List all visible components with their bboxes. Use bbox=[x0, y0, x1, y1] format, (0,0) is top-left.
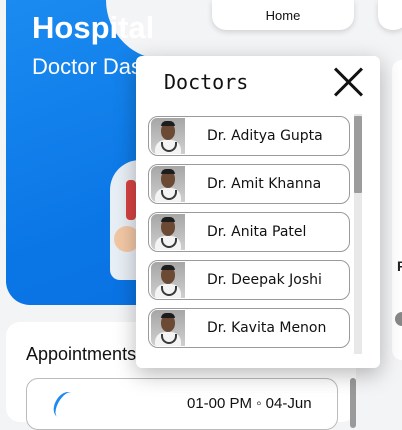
doctor-avatar bbox=[151, 310, 185, 346]
doctor-name: Dr. Aditya Gupta bbox=[207, 128, 323, 144]
appointment-item[interactable]: 01-00 PM ◦ 04-Jun bbox=[26, 378, 338, 430]
hero-title: Hospital bbox=[32, 10, 155, 45]
appointments-scrollbar[interactable] bbox=[350, 378, 356, 428]
doctor-item[interactable]: Dr. Amit Khanna bbox=[148, 164, 350, 204]
doctor-avatar bbox=[151, 118, 185, 154]
tie-shape bbox=[126, 180, 136, 220]
doctor-avatar bbox=[151, 166, 185, 202]
appointment-time: 01-00 PM ◦ 04-Jun bbox=[187, 395, 312, 412]
doctor-item[interactable]: Dr. Kavita Menon bbox=[148, 308, 350, 348]
scrollbar-thumb[interactable] bbox=[354, 116, 362, 193]
doctor-item[interactable]: Dr. Anita Patel bbox=[148, 212, 350, 252]
doctor-name: Dr. Deepak Joshi bbox=[207, 272, 322, 288]
dialog-title: Doctors bbox=[164, 70, 249, 94]
doctors-dialog: Doctors Dr. Aditya Gupta Dr. Amit Khanna… bbox=[136, 56, 380, 368]
doctor-avatar bbox=[151, 262, 185, 298]
doctor-item[interactable]: Dr. Deepak Joshi bbox=[148, 260, 350, 300]
doctor-item[interactable]: Dr. Aditya Gupta bbox=[148, 116, 350, 156]
close-button[interactable] bbox=[332, 66, 364, 98]
side-card-partial: F bbox=[392, 60, 402, 360]
doctor-list[interactable]: Dr. Aditya Gupta Dr. Amit Khanna Dr. Ani… bbox=[148, 114, 352, 354]
doctor-name: Dr. Anita Patel bbox=[207, 224, 307, 240]
appointments-title: Appointments bbox=[26, 344, 137, 364]
nav-button-partial[interactable] bbox=[378, 0, 402, 30]
doctor-list-scrollbar[interactable] bbox=[354, 114, 362, 354]
doctor-name: Dr. Amit Khanna bbox=[207, 176, 322, 192]
home-button[interactable]: Home bbox=[212, 0, 354, 30]
doctor-avatar bbox=[151, 214, 185, 250]
doctor-name: Dr. Kavita Menon bbox=[207, 320, 327, 336]
side-card-letter: F bbox=[397, 258, 402, 274]
side-card-dot-icon[interactable] bbox=[395, 312, 402, 326]
check-icon bbox=[49, 388, 80, 422]
